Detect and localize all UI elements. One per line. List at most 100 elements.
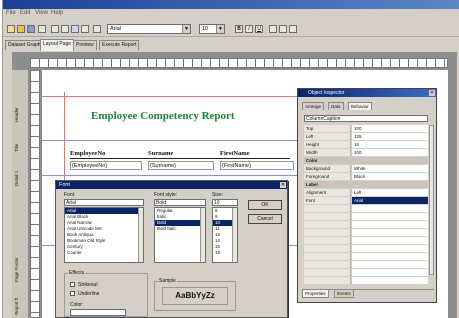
copy-icon[interactable]: [61, 25, 69, 33]
field-first-name[interactable]: {FirstName}: [220, 161, 294, 170]
tab-events[interactable]: Events: [334, 290, 354, 298]
bold-button[interactable]: B: [235, 25, 243, 33]
menu-view[interactable]: View: [35, 10, 48, 16]
property-row[interactable]: Left 125: [304, 133, 428, 140]
tab-data[interactable]: Data: [328, 102, 344, 110]
color-combo[interactable]: [70, 309, 126, 316]
strikeout-checkbox[interactable]: [70, 282, 75, 287]
property-value[interactable]: White: [352, 165, 428, 172]
chevron-down-icon[interactable]: ▼: [216, 25, 224, 33]
property-value-empty: [352, 205, 428, 212]
property-category[interactable]: Label: [304, 181, 428, 188]
view-tabs: Dataset Graph Layout Page Preview Execut…: [3, 39, 459, 51]
property-value-empty: [352, 269, 428, 276]
font-style-label: Font style:: [154, 192, 178, 198]
layout-icon[interactable]: [93, 25, 101, 33]
property-row-empty: [304, 205, 428, 212]
object-inspector: Object Inspector ✕ Arrange Data Behavior…: [297, 88, 437, 303]
print-icon[interactable]: [38, 25, 46, 33]
font-name-value: Arial: [110, 26, 122, 32]
property-name-empty: [304, 261, 351, 268]
tab-arrange[interactable]: Arrange: [302, 102, 325, 110]
tab-preview[interactable]: Preview: [73, 40, 97, 50]
property-name: Left: [304, 133, 351, 140]
menu-file[interactable]: File: [6, 10, 16, 16]
align-right-icon[interactable]: [289, 25, 297, 33]
menu-help[interactable]: Help: [51, 10, 63, 16]
property-name: Background: [304, 165, 351, 172]
property-value-empty: [352, 277, 428, 284]
font-size-list[interactable]: 8 9 10 11 12 14 16 18: [212, 207, 238, 263]
report-title[interactable]: Employee Competency Report: [91, 110, 235, 122]
property-row-empty: [304, 253, 428, 260]
property-name: Height: [304, 141, 351, 148]
band-label-detail[interactable]: Detail 1: [14, 163, 26, 193]
chevron-down-icon[interactable]: ▼: [182, 25, 190, 33]
property-value[interactable]: 125: [352, 133, 428, 140]
column-header-employee-no[interactable]: EmployeeNo: [70, 150, 105, 157]
field-employee-no[interactable]: {EmployeeNo}: [70, 161, 142, 170]
save-icon[interactable]: [27, 25, 35, 33]
band-label-report-footer[interactable]: Report ft: [14, 296, 26, 316]
property-value[interactable]: Arial: [352, 197, 428, 204]
font-list[interactable]: Arial Arial Black Arial Narrow Arial Unicod…: [64, 207, 144, 263]
menu-edit[interactable]: Edit: [20, 10, 30, 16]
tab-execute-report[interactable]: Execute Report: [99, 40, 140, 50]
font-size-list-scrollbar[interactable]: [232, 208, 237, 262]
close-icon[interactable]: ✕: [429, 90, 435, 96]
column-header-surname[interactable]: Surname: [148, 150, 173, 157]
header-underline: [70, 158, 290, 159]
align-center-icon[interactable]: [279, 25, 287, 33]
open-icon[interactable]: [17, 25, 25, 33]
property-row[interactable]: Alignment Left: [304, 189, 428, 196]
inspector-scrollbar[interactable]: [429, 125, 434, 275]
property-value[interactable]: 100: [352, 149, 428, 156]
ok-button[interactable]: OK: [248, 200, 282, 210]
underline-checkbox[interactable]: [70, 291, 75, 296]
object-selector[interactable]: ColumnCaption: [304, 115, 428, 122]
strikeout-label: Strikeout: [78, 282, 98, 288]
property-category[interactable]: Color: [304, 157, 428, 164]
italic-button[interactable]: I: [245, 25, 253, 33]
font-list-scrollbar[interactable]: [138, 208, 143, 262]
property-row[interactable]: Top 100: [304, 125, 428, 132]
column-header-first-name[interactable]: FirstName: [220, 150, 250, 157]
font-style-list-item[interactable]: Bold Italic: [155, 226, 205, 232]
font-style-list[interactable]: Regular Italic Bold Bold Italic: [154, 207, 206, 263]
property-value-empty: [352, 245, 428, 252]
field-surname[interactable]: {Surname}: [148, 161, 214, 170]
property-row[interactable]: Width 100: [304, 149, 428, 156]
paste-icon[interactable]: [71, 25, 79, 33]
cancel-button[interactable]: Cancel: [248, 214, 282, 224]
cut-icon[interactable]: [51, 25, 59, 33]
property-value[interactable]: Left: [352, 189, 428, 196]
tab-properties[interactable]: Properties: [302, 290, 329, 298]
property-value[interactable]: Black: [352, 173, 428, 180]
property-value[interactable]: 100: [352, 125, 428, 132]
band-label-page-footer[interactable]: Page Footer: [14, 250, 26, 290]
align-left-icon[interactable]: [269, 25, 277, 33]
font-style-input[interactable]: Bold: [154, 199, 206, 206]
font-size-combo[interactable]: 10 ▼: [199, 24, 225, 34]
undo-icon[interactable]: [81, 25, 89, 33]
font-input[interactable]: Arial: [64, 199, 144, 206]
new-icon[interactable]: [7, 25, 15, 33]
font-list-item[interactable]: Courier: [65, 250, 143, 256]
band-label-title[interactable]: Title: [14, 135, 26, 160]
tab-layout-page[interactable]: Layout Page: [40, 39, 75, 51]
property-row[interactable]: Background White: [304, 165, 428, 172]
property-value[interactable]: 16: [352, 141, 428, 148]
tab-behavior[interactable]: Behavior: [348, 102, 372, 110]
tab-dataset-graph[interactable]: Dataset Graph: [5, 40, 44, 50]
property-row[interactable]: Font Arial: [304, 197, 428, 204]
underline-button[interactable]: U: [255, 25, 263, 33]
font-size-input[interactable]: 10: [212, 199, 238, 206]
band-divider-detail: [42, 175, 297, 176]
band-label-header[interactable]: Header: [14, 100, 26, 130]
font-style-list-scrollbar[interactable]: [200, 208, 205, 262]
property-row[interactable]: Foreground Black: [304, 173, 428, 180]
property-row[interactable]: Height 16: [304, 141, 428, 148]
close-icon[interactable]: ✕: [280, 182, 286, 188]
font-name-combo[interactable]: Arial ▼: [107, 24, 191, 34]
font-size-value: 10: [202, 26, 209, 32]
